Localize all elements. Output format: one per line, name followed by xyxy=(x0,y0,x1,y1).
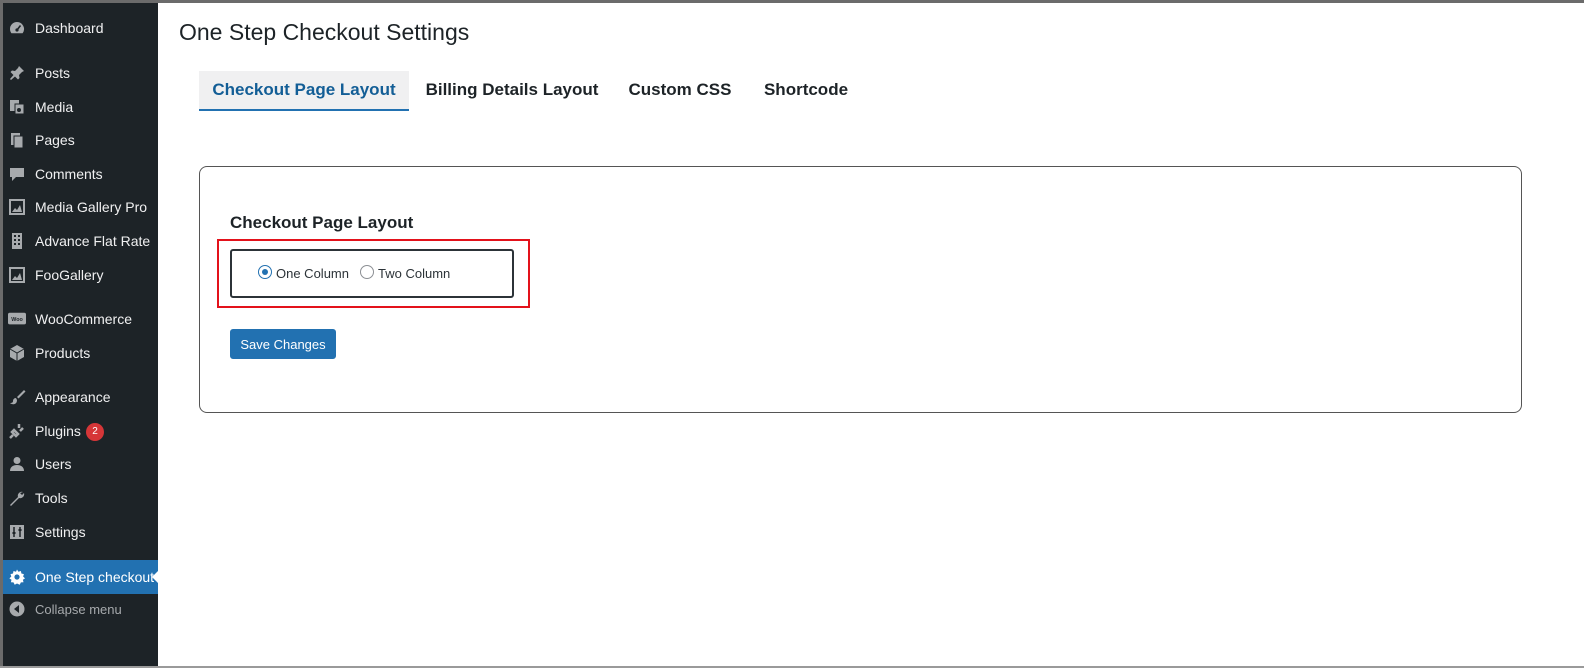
sidebar-item-label: One Step checkout xyxy=(35,569,155,585)
box-icon xyxy=(8,344,26,362)
pin-icon xyxy=(8,64,26,82)
window-top-border xyxy=(0,0,1584,3)
sidebar-item-label: WooCommerce xyxy=(35,311,132,327)
sidebar-item-label: Pages xyxy=(35,132,75,148)
gallery-icon xyxy=(8,198,26,216)
sidebar-item-label: Media xyxy=(35,99,74,115)
gallery-icon xyxy=(8,266,26,284)
sidebar-item-tools[interactable]: Tools xyxy=(3,481,158,515)
brush-icon xyxy=(8,388,26,406)
gear-icon xyxy=(8,568,26,586)
sidebar-item-label: FooGallery xyxy=(35,267,104,283)
sidebar-item-appearance[interactable]: Appearance xyxy=(3,380,158,414)
save-changes-button[interactable]: Save Changes xyxy=(230,329,336,359)
tab-custom-css[interactable]: Custom CSS xyxy=(622,71,738,109)
sidebar-item-label: Advance Flat Rate xyxy=(35,233,151,249)
wrench-icon xyxy=(8,489,26,507)
sidebar-item-one-step-checkout[interactable]: One Step checkout xyxy=(3,560,160,594)
sidebar-item-label: Dashboard xyxy=(35,20,104,36)
sidebar-item-media-gallery-pro[interactable]: Media Gallery Pro xyxy=(3,190,158,224)
tab-shortcode[interactable]: Shortcode xyxy=(755,71,857,109)
tab-checkout-page-layout[interactable]: Checkout Page Layout xyxy=(199,71,409,111)
sidebar-item-dashboard[interactable]: Dashboard xyxy=(3,11,158,45)
sidebar-item-comments[interactable]: Comments xyxy=(3,157,158,191)
section-heading: Checkout Page Layout xyxy=(230,213,414,232)
sidebar-item-advance-flat-rate[interactable]: Advance Flat Rate xyxy=(3,224,158,258)
svg-text:Woo: Woo xyxy=(11,317,23,323)
sidebar-item-foogallery[interactable]: FooGallery xyxy=(3,258,158,292)
user-icon xyxy=(8,455,26,473)
sidebar-item-label: Plugins xyxy=(35,423,81,439)
plug-icon xyxy=(8,422,26,440)
sidebar-item-products[interactable]: Products xyxy=(3,336,158,370)
sidebar-item-label: Tools xyxy=(35,490,68,506)
tab-billing-details-layout[interactable]: Billing Details Layout xyxy=(417,71,607,109)
sidebar-item-label: Posts xyxy=(35,65,71,81)
pages-icon xyxy=(8,131,26,149)
dashboard-icon xyxy=(8,19,26,37)
settings-panel: Checkout Page Layout One Column Two Colu… xyxy=(199,166,1522,413)
sidebar-item-settings[interactable]: Settings xyxy=(3,515,158,549)
sidebar-item-woocommerce[interactable]: Woo WooCommerce xyxy=(3,302,158,336)
woo-icon: Woo xyxy=(8,310,26,328)
sidebar-item-label: Appearance xyxy=(35,389,111,405)
comment-icon xyxy=(8,165,26,183)
radio-label-one-column[interactable]: One Column xyxy=(276,266,349,281)
radio-one-column[interactable] xyxy=(258,265,272,279)
sidebar-item-label: Settings xyxy=(35,524,86,540)
admin-sidebar: Dashboard Posts Media Pages Comments Med… xyxy=(3,3,160,668)
building-icon xyxy=(8,232,26,250)
sidebar-item-users[interactable]: Users xyxy=(3,447,158,481)
current-menu-arrow xyxy=(152,569,160,585)
collapse-menu-button[interactable]: Collapse menu xyxy=(3,592,158,626)
sidebar-item-label: Products xyxy=(35,345,91,361)
collapse-arrow-icon xyxy=(8,600,26,618)
sidebar-item-label: Users xyxy=(35,456,72,472)
sidebar-item-label: Comments xyxy=(35,166,103,182)
collapse-menu-label: Collapse menu xyxy=(35,601,122,617)
radio-label-two-column[interactable]: Two Column xyxy=(378,266,450,281)
media-icon xyxy=(8,98,26,116)
sidebar-item-label: Media Gallery Pro xyxy=(35,199,148,215)
page-title: One Step Checkout Settings xyxy=(179,19,470,45)
sidebar-item-media[interactable]: Media xyxy=(3,90,158,124)
layout-radio-group: One Column Two Column xyxy=(230,249,514,298)
sidebar-item-pages[interactable]: Pages xyxy=(3,123,158,157)
settings-sliders-icon xyxy=(8,523,26,541)
sidebar-item-plugins[interactable]: Plugins xyxy=(3,414,158,448)
sidebar-item-posts[interactable]: Posts xyxy=(3,56,158,90)
plugins-update-badge: 2 xyxy=(86,423,104,441)
radio-two-column[interactable] xyxy=(360,265,374,279)
